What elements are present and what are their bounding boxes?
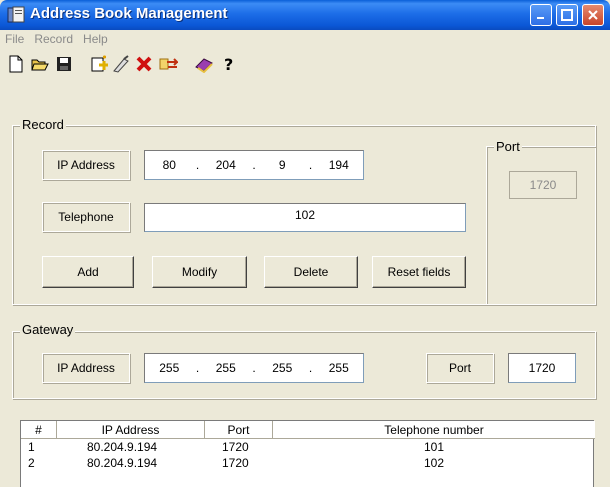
close-icon [588, 10, 598, 20]
gateway-port-label: Port [426, 353, 494, 383]
telephone-label: Telephone [42, 202, 130, 232]
row-port: 1720 [222, 440, 249, 454]
minimize-icon [537, 17, 544, 19]
delete-button[interactable]: Delete [264, 256, 358, 288]
record-ip-label: IP Address [42, 150, 130, 180]
modify-button[interactable]: Modify [152, 256, 247, 288]
record-legend: Record [20, 117, 66, 132]
delete-record-icon[interactable] [134, 54, 154, 74]
close-button[interactable] [582, 4, 604, 26]
gw-octet-3: 255 [272, 361, 293, 375]
col-header-ip[interactable]: IP Address [57, 421, 205, 439]
book-icon[interactable] [194, 54, 214, 74]
edit-record-icon[interactable] [112, 54, 132, 74]
svg-text:?: ? [224, 55, 233, 73]
row-ip: 80.204.9.194 [87, 456, 158, 470]
gateway-port-input[interactable]: 1720 [508, 353, 576, 383]
row-ip: 80.204.9.194 [87, 440, 158, 454]
gateway-legend: Gateway [20, 322, 76, 337]
gw-octet-2: 255 [215, 361, 236, 375]
record-ip-input[interactable]: 80. 204. 9. 194 [144, 150, 364, 180]
record-port-input: 1720 [509, 171, 577, 199]
new-file-icon[interactable] [6, 54, 26, 74]
ip-octet-2: 204 [215, 158, 236, 172]
table-row[interactable]: 2 80.204.9.194 1720 102 [21, 456, 593, 471]
row-index: 2 [28, 456, 35, 470]
ip-octet-1: 80 [162, 158, 176, 172]
row-telephone: 101 [424, 440, 445, 454]
save-icon[interactable] [54, 54, 74, 74]
row-port: 1720 [222, 456, 249, 470]
address-table[interactable]: # IP Address Port Telephone number 1 80.… [20, 420, 595, 487]
app-icon[interactable] [7, 6, 25, 24]
gateway-ip-label: IP Address [42, 353, 130, 383]
menu-file[interactable]: File [0, 30, 29, 48]
open-folder-icon[interactable] [30, 54, 50, 74]
window-title: Address Book Management [30, 5, 228, 22]
menu-bar: File Record Help [0, 30, 610, 50]
gw-octet-4: 255 [328, 361, 349, 375]
ip-octet-3: 9 [278, 158, 286, 172]
minimize-button[interactable] [530, 4, 552, 26]
table-row[interactable]: 1 80.204.9.194 1720 101 [21, 440, 593, 455]
port-group [486, 146, 596, 305]
gateway-ip-input[interactable]: 255. 255. 255. 255 [144, 353, 364, 383]
row-telephone: 102 [424, 456, 445, 470]
help-icon[interactable]: ? [218, 54, 238, 74]
col-header-index[interactable]: # [21, 421, 57, 439]
transfer-icon[interactable] [158, 54, 178, 74]
port-legend: Port [494, 139, 522, 154]
maximize-button[interactable] [556, 4, 578, 26]
add-record-icon[interactable] [90, 54, 110, 74]
row-index: 1 [28, 440, 35, 454]
col-header-port[interactable]: Port [205, 421, 273, 439]
ip-octet-4: 194 [328, 158, 349, 172]
telephone-input[interactable]: 102 [144, 203, 466, 232]
add-button[interactable]: Add [42, 256, 134, 288]
menu-record[interactable]: Record [29, 30, 78, 48]
menu-help[interactable]: Help [78, 30, 113, 48]
gw-octet-1: 255 [159, 361, 180, 375]
col-header-telephone[interactable]: Telephone number [273, 421, 595, 439]
maximize-icon [561, 9, 573, 21]
reset-fields-button[interactable]: Reset fields [372, 256, 466, 288]
